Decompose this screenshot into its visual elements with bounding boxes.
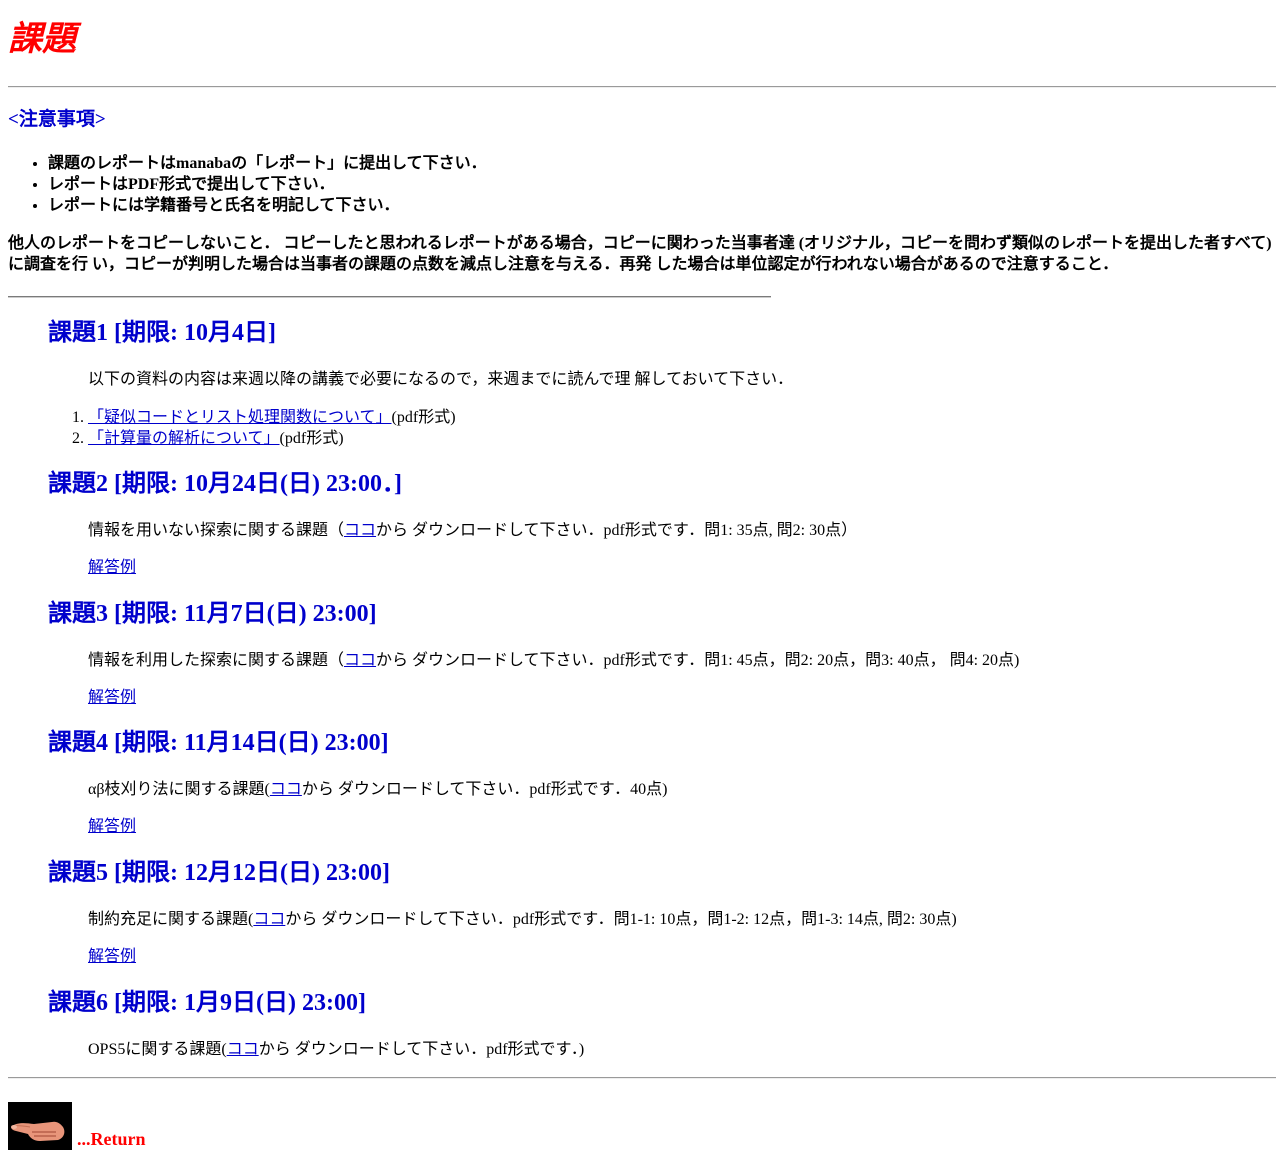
assignment-description: 情報を利用した探索に関する課題（ココから ダウンロードして下さい．pdf形式です… [88,651,1019,671]
note-item: 課題のレポートはmanabaの「レポート」に提出して下さい． [48,153,487,174]
assignment-5: 課題5 [期限: 12月12日(日) 23:00] 制約充足に関する課題(ココか… [48,858,1268,965]
return-link[interactable]: ...Return [8,1098,146,1150]
material-link[interactable]: 「疑似コードとリスト処理関数について」 [88,409,392,426]
note-item: レポートはPDF形式で提出して下さい． [48,174,487,195]
answer-link[interactable]: 解答例 [88,947,136,967]
assignment-title: 課題5 [期限: 12月12日(日) 23:00] [48,860,390,886]
description-text: 情報を用いない探索に関する課題（ [88,522,345,539]
assignment-description: OPS5に関する課題(ココから ダウンロードして下さい．pdf形式です．) [88,1040,584,1060]
assignment-title: 課題3 [期限: 11月7日(日) 23:00] [48,601,377,627]
assignment-4: 課題4 [期限: 11月14日(日) 23:00] αβ枝刈り法に関する課題(コ… [48,728,1268,835]
assignment-description: αβ枝刈り法に関する課題(ココから ダウンロードして下さい．pdf形式です．40… [88,780,667,800]
material-link[interactable]: 「計算量の解析について」 [88,430,280,447]
assignment-description: 制約充足に関する課題(ココから ダウンロードして下さい．pdf形式です．問1-1… [88,910,957,930]
description-text: αβ枝刈り法に関する課題( [88,781,270,798]
assignment-1: 課題1 [期限: 10月4日] 以下の資料の内容は来週以降の講義で必要になるので… [48,318,1268,447]
description-text: 制約充足に関する課題( [88,911,254,928]
assignment-title: 課題2 [期限: 10月24日(日) 23:00．] [48,471,402,497]
download-link[interactable]: ココ [344,652,376,669]
download-link[interactable]: ココ [344,522,376,539]
material-item: 「計算量の解析について」(pdf形式) [88,428,456,449]
material-list: 「疑似コードとリスト処理関数について」(pdf形式) 「計算量の解析について」(… [48,407,456,449]
download-link[interactable]: ココ [270,781,302,798]
answer-link[interactable]: 解答例 [88,688,136,708]
description-text: から ダウンロードして下さい．pdf形式です．問1-1: 10点，問1-2: 1… [285,911,957,928]
notes-heading: <注意事項> [8,109,106,130]
assignment-title: 課題6 [期限: 1月9日(日) 23:00] [48,990,366,1016]
plagiarism-warning: 他人のレポートをコピーしないこと． コピーしたと思われるレポートがある場合，コピ… [8,233,1278,275]
divider-top [8,86,1276,88]
divider-half [8,296,771,298]
notes-list: 課題のレポートはmanabaの「レポート」に提出して下さい． レポートはPDF形… [8,153,487,216]
divider-bottom [8,1077,1276,1079]
assignment-2: 課題2 [期限: 10月24日(日) 23:00．] 情報を用いない探索に関する… [48,469,1268,576]
description-text: OPS5に関する課題( [88,1041,227,1058]
answer-link[interactable]: 解答例 [88,558,136,578]
material-format: (pdf形式) [391,409,456,426]
warning-line: に調査を行 い，コピーが判明した場合は当事者の課題の点数を減点し注意を与える．再… [8,256,1119,273]
answer-link[interactable]: 解答例 [88,817,136,837]
assignment-6: 課題6 [期限: 1月9日(日) 23:00] OPS5に関する課題(ココから … [48,988,1268,1058]
assignment-title: 課題1 [期限: 10月4日] [48,320,276,346]
description-text: から ダウンロードして下さい．pdf形式です．) [258,1041,585,1058]
assignment-description: 情報を用いない探索に関する課題（ココから ダウンロードして下さい．pdf形式です… [88,521,857,541]
note-item: レポートには学籍番号と氏名を明記して下さい． [48,195,487,216]
description-text: から ダウンロードして下さい．pdf形式です．問1: 45点，問2: 20点，問… [376,652,1020,669]
material-item: 「疑似コードとリスト処理関数について」(pdf形式) [88,407,456,428]
return-label: ...Return [77,1129,146,1149]
description-text: から ダウンロードして下さい．pdf形式です．40点) [301,781,668,798]
description-text: から ダウンロードして下さい．pdf形式です．問1: 35点, 問2: 30点） [376,522,858,539]
download-link[interactable]: ココ [253,911,285,928]
assignment-3: 課題3 [期限: 11月7日(日) 23:00] 情報を利用した探索に関する課題… [48,599,1268,706]
page-title: 課題 [8,21,76,58]
assignment-description: 以下の資料の内容は来週以降の講義で必要になるので，来週までに読んで理 解しておい… [88,371,794,388]
pointing-hand-icon [8,1102,72,1150]
assignment-title: 課題4 [期限: 11月14日(日) 23:00] [48,730,389,756]
description-text: 情報を利用した探索に関する課題（ [88,652,345,669]
download-link[interactable]: ココ [227,1041,259,1058]
material-format: (pdf形式) [279,430,344,447]
warning-line: 他人のレポートをコピーしないこと． コピーしたと思われるレポートがある場合，コピ… [8,235,1272,252]
